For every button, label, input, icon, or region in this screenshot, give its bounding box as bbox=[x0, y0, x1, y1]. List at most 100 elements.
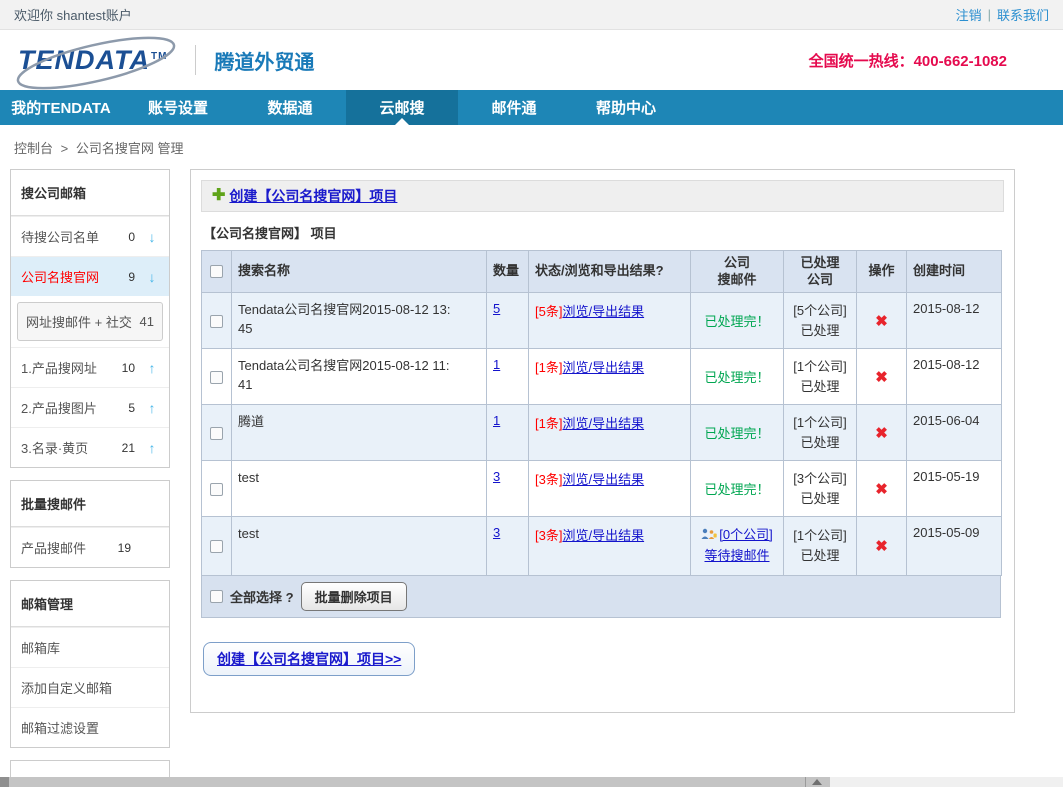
table-row: Tendata公司名搜官网2015-08-12 11:41 1 [1条]浏览/导… bbox=[202, 349, 1002, 405]
browse-export-link[interactable]: 浏览/导出结果 bbox=[562, 416, 644, 431]
select-all-checkbox[interactable] bbox=[210, 590, 223, 603]
processed-company-cell: [1个公司]已处理 bbox=[784, 405, 857, 461]
brand-name: 腾道外贸通 bbox=[214, 46, 314, 75]
row-checkbox[interactable] bbox=[210, 483, 223, 496]
scrollbar-arrow-icon[interactable] bbox=[812, 779, 822, 785]
delete-icon[interactable]: ✖ bbox=[875, 313, 888, 330]
logo-tm: TM bbox=[151, 51, 167, 62]
nav-item-cloud-mail-search[interactable]: 云邮搜 bbox=[346, 90, 458, 125]
sidebar-item-pending-company-list[interactable]: 待搜公司名单 0 ↓ bbox=[11, 216, 169, 256]
quantity-link[interactable]: 5 bbox=[493, 301, 500, 316]
delete-icon[interactable]: ✖ bbox=[875, 425, 888, 442]
tendata-logo: TENDATATM bbox=[16, 41, 177, 80]
sidebar-section-title: 邮箱管理 bbox=[11, 581, 169, 627]
nav-item-my-tendata[interactable]: 我的TENDATA bbox=[0, 90, 122, 125]
scrollbar-thumb[interactable] bbox=[0, 777, 9, 787]
processed-company-cell: [5个公司]已处理 bbox=[784, 293, 857, 349]
status-count: [1条] bbox=[535, 416, 562, 431]
company-search-mail-cell: [0个公司] 等待搜邮件 bbox=[691, 517, 784, 576]
scrollbar-right-track[interactable] bbox=[830, 777, 1063, 787]
table-footer-bar: 全部选择 ? 批量删除项目 bbox=[201, 576, 1001, 618]
mail-status: 已处理完！ bbox=[704, 314, 769, 329]
up-arrow-icon: ↑ bbox=[145, 440, 159, 456]
logo-text: TENDATA bbox=[18, 45, 150, 75]
project-name: Tendata公司名搜官网2015-08-12 11:41 bbox=[238, 357, 452, 395]
status-count: [3条] bbox=[535, 472, 562, 487]
projects-table: 搜索名称 数量 状态/浏览和导出结果? 公司搜邮件 已处理公司 操作 创建时间 bbox=[201, 250, 1002, 576]
row-checkbox[interactable] bbox=[210, 315, 223, 328]
status-count: [3条] bbox=[535, 528, 562, 543]
sidebar-item-product-search-image[interactable]: 2.产品搜图片 5 ↑ bbox=[11, 387, 169, 427]
sidebar-section-search-company-email: 搜公司邮箱 待搜公司名单 0 ↓ 公司名搜官网 9 ↓ 网址搜邮件 + 社交 4… bbox=[10, 169, 170, 468]
mail-status: 已处理完！ bbox=[704, 426, 769, 441]
create-project-bottom-button[interactable]: 创建【公司名搜官网】项目>> bbox=[203, 642, 415, 676]
project-name: 腾道 bbox=[238, 413, 452, 432]
table-row: 腾道 1 [1条]浏览/导出结果 已处理完！ [1个公司]已处理 ✖ 2015-… bbox=[202, 405, 1002, 461]
browse-export-link[interactable]: 浏览/导出结果 bbox=[562, 472, 644, 487]
project-list-title: 【公司名搜官网】 项目 bbox=[203, 223, 1004, 242]
nav-item-data-pass[interactable]: 数据通 bbox=[234, 90, 346, 125]
horizontal-scrollbar[interactable] bbox=[0, 777, 1063, 787]
breadcrumb-current: 公司名搜官网 管理 bbox=[76, 141, 184, 156]
table-header-row: 搜索名称 数量 状态/浏览和导出结果? 公司搜邮件 已处理公司 操作 创建时间 bbox=[202, 251, 1002, 293]
down-arrow-icon: ↓ bbox=[145, 269, 159, 285]
breadcrumb-home: 控制台 bbox=[14, 141, 53, 156]
sidebar-item-company-name-search[interactable]: 公司名搜官网 9 ↓ bbox=[11, 256, 169, 296]
delete-icon[interactable]: ✖ bbox=[875, 369, 888, 386]
batch-delete-button[interactable]: 批量删除项目 bbox=[301, 582, 407, 611]
plus-icon: ✚ bbox=[212, 188, 225, 204]
table-row: test 3 [3条]浏览/导出结果 [0个公司] 等待搜邮件 [1个公司]已处… bbox=[202, 517, 1002, 576]
quantity-link[interactable]: 3 bbox=[493, 525, 500, 540]
created-date: 2015-05-09 bbox=[907, 517, 1002, 576]
sidebar-section-title: 批量搜邮件 bbox=[11, 481, 169, 527]
quantity-link[interactable]: 3 bbox=[493, 469, 500, 484]
col-header-company-search-mail: 公司搜邮件 bbox=[691, 251, 784, 293]
sidebar: 搜公司邮箱 待搜公司名单 0 ↓ 公司名搜官网 9 ↓ 网址搜邮件 + 社交 4… bbox=[10, 169, 170, 787]
create-project-link[interactable]: 创建【公司名搜官网】项目 bbox=[229, 186, 397, 206]
sidebar-section-mailbox-management: 邮箱管理 邮箱库 添加自定义邮箱 邮箱过滤设置 bbox=[10, 580, 170, 748]
breadcrumb: 控制台 > 公司名搜官网 管理 bbox=[0, 125, 1063, 169]
nav-item-mail-pass[interactable]: 邮件通 bbox=[458, 90, 570, 125]
delete-icon[interactable]: ✖ bbox=[875, 481, 888, 498]
browse-export-link[interactable]: 浏览/导出结果 bbox=[562, 360, 644, 375]
col-header-quantity: 数量 bbox=[487, 251, 529, 293]
project-name: test bbox=[238, 525, 452, 544]
nav-item-account-settings[interactable]: 账号设置 bbox=[122, 90, 234, 125]
status-count: [1条] bbox=[535, 360, 562, 375]
sidebar-section-title: 搜公司邮箱 bbox=[11, 170, 169, 216]
processed-company-cell: [1个公司]已处理 bbox=[784, 517, 857, 576]
status-count: [5条] bbox=[535, 304, 562, 319]
sidebar-item-mailbox-filter-settings[interactable]: 邮箱过滤设置 bbox=[11, 707, 169, 747]
logout-link[interactable]: 注销 bbox=[956, 5, 982, 24]
sidebar-item-add-custom-mailbox[interactable]: 添加自定义邮箱 bbox=[11, 667, 169, 707]
greeting-text: 欢迎你 shantest账户 bbox=[14, 5, 132, 24]
sidebar-item-product-search-email[interactable]: 产品搜邮件 19 bbox=[11, 527, 169, 567]
created-date: 2015-05-19 bbox=[907, 461, 1002, 517]
scrollbar-divider bbox=[805, 777, 806, 787]
browse-export-link[interactable]: 浏览/导出结果 bbox=[562, 528, 644, 543]
up-arrow-icon: ↑ bbox=[145, 400, 159, 416]
breadcrumb-separator: > bbox=[61, 141, 69, 156]
delete-icon[interactable]: ✖ bbox=[875, 538, 888, 555]
hotline-text: 全国统一热线：400-662-1082 bbox=[809, 50, 1047, 71]
header-checkbox[interactable] bbox=[210, 265, 223, 278]
row-checkbox[interactable] bbox=[210, 427, 223, 440]
main-panel: ✚ 创建【公司名搜官网】项目 【公司名搜官网】 项目 搜索名称 数量 状态/浏览… bbox=[190, 169, 1015, 713]
contact-us-link[interactable]: 联系我们 bbox=[997, 5, 1049, 24]
quantity-link[interactable]: 1 bbox=[493, 357, 500, 372]
row-checkbox[interactable] bbox=[210, 540, 223, 553]
created-date: 2015-08-12 bbox=[907, 293, 1002, 349]
quantity-link[interactable]: 1 bbox=[493, 413, 500, 428]
browse-export-link[interactable]: 浏览/导出结果 bbox=[562, 304, 644, 319]
sidebar-item-directory-yellow-pages[interactable]: 3.名录·黄页 21 ↑ bbox=[11, 427, 169, 467]
row-checkbox[interactable] bbox=[210, 371, 223, 384]
sidebar-item-url-search-email-social[interactable]: 网址搜邮件 + 社交 41 bbox=[17, 302, 163, 341]
header: TENDATATM 腾道外贸通 全国统一热线：400-662-1082 bbox=[0, 30, 1063, 90]
nav-item-help-center[interactable]: 帮助中心 bbox=[570, 90, 682, 125]
col-header-status: 状态/浏览和导出结果? bbox=[529, 251, 691, 293]
zero-company-link[interactable]: [0个公司] bbox=[719, 527, 772, 542]
processed-company-cell: [1个公司]已处理 bbox=[784, 349, 857, 405]
waiting-search-mail-link[interactable]: 等待搜邮件 bbox=[704, 548, 769, 563]
sidebar-item-mailbox-library[interactable]: 邮箱库 bbox=[11, 627, 169, 667]
sidebar-item-product-search-url[interactable]: 1.产品搜网址 10 ↑ bbox=[11, 347, 169, 387]
